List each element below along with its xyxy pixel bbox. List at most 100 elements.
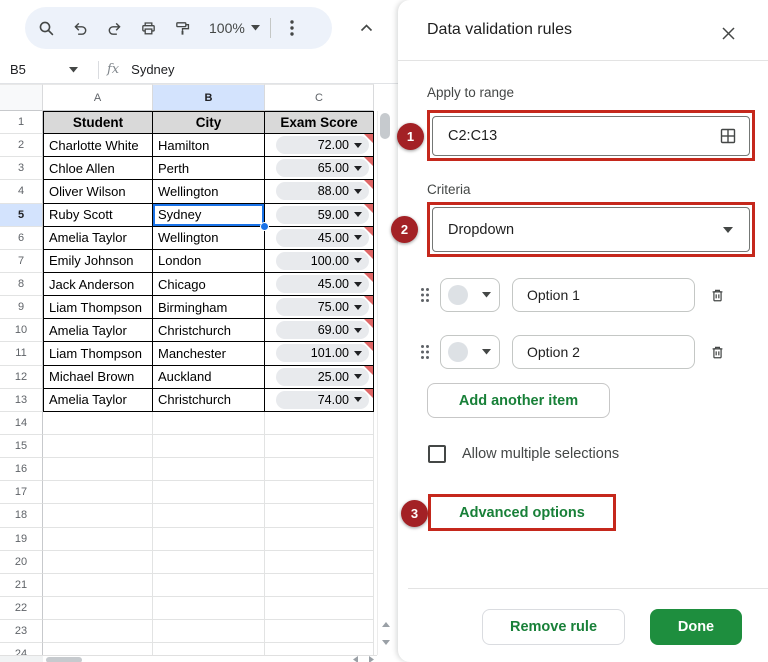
- row-header-9[interactable]: 9: [0, 296, 43, 319]
- cell-B7[interactable]: London: [153, 250, 265, 273]
- horizontal-scrollbar-thumb[interactable]: [46, 657, 82, 662]
- cell-A10[interactable]: Amelia Taylor: [43, 319, 153, 342]
- cell-A9[interactable]: Liam Thompson: [43, 296, 153, 319]
- delete-option-icon[interactable]: [709, 287, 726, 304]
- remove-rule-button[interactable]: Remove rule: [482, 609, 625, 645]
- cell-C20[interactable]: [265, 551, 374, 574]
- zoom-select[interactable]: 100%: [199, 20, 266, 36]
- option-color-select[interactable]: [440, 278, 500, 312]
- row-header-8[interactable]: 8: [0, 273, 43, 296]
- dropdown-chip[interactable]: 25.00: [276, 368, 369, 386]
- cell-B2[interactable]: Hamilton: [153, 134, 265, 157]
- row-header-4[interactable]: 4: [0, 180, 43, 203]
- cell-A15[interactable]: [43, 435, 153, 458]
- cell-A16[interactable]: [43, 458, 153, 481]
- cell-B4[interactable]: Wellington: [153, 180, 265, 203]
- select-all-corner[interactable]: [0, 84, 43, 111]
- cell-A21[interactable]: [43, 574, 153, 597]
- cell-A3[interactable]: Chloe Allen: [43, 157, 153, 180]
- dropdown-chip[interactable]: 45.00: [276, 229, 369, 247]
- row-header-24[interactable]: 24: [0, 643, 43, 655]
- row-header-14[interactable]: 14: [0, 412, 43, 435]
- cell-B9[interactable]: Birmingham: [153, 296, 265, 319]
- cell-A22[interactable]: [43, 597, 153, 620]
- print-icon[interactable]: [131, 11, 165, 45]
- row-header-17[interactable]: 17: [0, 481, 43, 504]
- cell-B23[interactable]: [153, 620, 265, 643]
- cell-C16[interactable]: [265, 458, 374, 481]
- cell-C24[interactable]: [265, 643, 374, 655]
- drag-handle[interactable]: [420, 344, 434, 360]
- cell-B18[interactable]: [153, 504, 265, 527]
- formula-input[interactable]: Sydney: [131, 62, 174, 77]
- cell-B12[interactable]: Auckland: [153, 366, 265, 389]
- dropdown-chip[interactable]: 72.00: [276, 136, 369, 154]
- option-color-select[interactable]: [440, 335, 500, 369]
- cell-C15[interactable]: [265, 435, 374, 458]
- cell-B14[interactable]: [153, 412, 265, 435]
- redo-icon[interactable]: [97, 11, 131, 45]
- cell-B21[interactable]: [153, 574, 265, 597]
- scroll-left-icon[interactable]: [348, 656, 362, 662]
- cell-C18[interactable]: [265, 504, 374, 527]
- cell-A12[interactable]: Michael Brown: [43, 366, 153, 389]
- horizontal-scrollbar[interactable]: [0, 655, 398, 662]
- cell-A2[interactable]: Charlotte White: [43, 134, 153, 157]
- header-cell-exam-score[interactable]: Exam Score: [265, 111, 374, 134]
- row-header-23[interactable]: 23: [0, 620, 43, 643]
- cell-C3[interactable]: 65.00: [265, 157, 374, 180]
- cell-C12[interactable]: 25.00: [265, 366, 374, 389]
- vertical-scrollbar-thumb[interactable]: [380, 113, 390, 139]
- cell-B19[interactable]: [153, 528, 265, 551]
- undo-icon[interactable]: [63, 11, 97, 45]
- cell-A23[interactable]: [43, 620, 153, 643]
- cell-C23[interactable]: [265, 620, 374, 643]
- column-header-b[interactable]: B: [153, 84, 265, 111]
- select-range-icon[interactable]: [719, 127, 737, 145]
- scroll-up-icon[interactable]: [378, 616, 393, 632]
- cell-A20[interactable]: [43, 551, 153, 574]
- cell-B11[interactable]: Manchester: [153, 342, 265, 365]
- scroll-down-icon[interactable]: [378, 634, 393, 650]
- option-text-input[interactable]: Option 2: [512, 335, 695, 369]
- cell-C19[interactable]: [265, 528, 374, 551]
- cell-B17[interactable]: [153, 481, 265, 504]
- cell-B22[interactable]: [153, 597, 265, 620]
- row-header-7[interactable]: 7: [0, 250, 43, 273]
- name-box[interactable]: B5: [0, 62, 86, 77]
- cell-A11[interactable]: Liam Thompson: [43, 342, 153, 365]
- cell-B15[interactable]: [153, 435, 265, 458]
- cell-B5[interactable]: Sydney: [153, 204, 265, 227]
- add-another-item-button[interactable]: Add another item: [427, 383, 610, 418]
- row-header-21[interactable]: 21: [0, 574, 43, 597]
- dropdown-chip[interactable]: 74.00: [276, 391, 369, 409]
- cell-B13[interactable]: Christchurch: [153, 389, 265, 412]
- row-header-2[interactable]: 2: [0, 134, 43, 157]
- allow-multiple-checkbox[interactable]: [428, 445, 446, 463]
- drag-handle[interactable]: [420, 287, 434, 303]
- row-header-16[interactable]: 16: [0, 458, 43, 481]
- row-header-5[interactable]: 5: [0, 204, 43, 227]
- row-header-18[interactable]: 18: [0, 504, 43, 527]
- cell-B20[interactable]: [153, 551, 265, 574]
- row-header-20[interactable]: 20: [0, 551, 43, 574]
- cell-B3[interactable]: Perth: [153, 157, 265, 180]
- cell-A7[interactable]: Emily Johnson: [43, 250, 153, 273]
- header-cell-student[interactable]: Student: [43, 111, 153, 134]
- dropdown-chip[interactable]: 100.00: [276, 252, 369, 270]
- dropdown-chip[interactable]: 59.00: [276, 206, 369, 224]
- cell-C2[interactable]: 72.00: [265, 134, 374, 157]
- cell-B8[interactable]: Chicago: [153, 273, 265, 296]
- collapse-toolbar-icon[interactable]: [349, 11, 383, 45]
- cell-A17[interactable]: [43, 481, 153, 504]
- dropdown-chip[interactable]: 101.00: [276, 344, 369, 362]
- row-header-10[interactable]: 10: [0, 319, 43, 342]
- delete-option-icon[interactable]: [709, 344, 726, 361]
- scroll-right-icon[interactable]: [364, 656, 378, 662]
- row-header-15[interactable]: 15: [0, 435, 43, 458]
- paint-format-icon[interactable]: [165, 11, 199, 45]
- vertical-scrollbar[interactable]: [377, 111, 392, 655]
- cell-A6[interactable]: Amelia Taylor: [43, 227, 153, 250]
- row-header-11[interactable]: 11: [0, 342, 43, 365]
- cell-B6[interactable]: Wellington: [153, 227, 265, 250]
